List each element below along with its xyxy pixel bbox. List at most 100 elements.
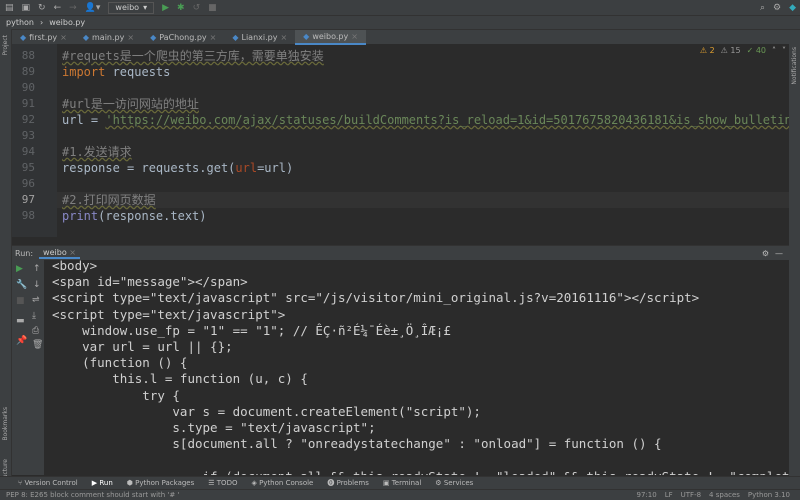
toolwindow-python-packages[interactable]: ⬢ Python Packages	[127, 479, 195, 487]
breadcrumb-project[interactable]: python	[6, 18, 34, 27]
toolwindow-run[interactable]: ▶ Run	[92, 479, 113, 487]
line-number: 92	[21, 113, 35, 126]
open-icon[interactable]: ▤	[5, 3, 14, 13]
editor-tabs: ◆ first.py × ◆ main.py × ◆ PaChong.py × ◆ Lianxi.p…	[12, 29, 800, 45]
soft-wrap-icon[interactable]: ⇌	[32, 295, 40, 305]
close-icon[interactable]: ×	[210, 33, 217, 42]
toolwindow-terminal[interactable]: ▣ Terminal	[383, 479, 421, 487]
code: url =	[62, 113, 106, 127]
rerun-icon[interactable]: ↺	[193, 3, 201, 13]
user-icon[interactable]: 👤▾	[85, 3, 101, 13]
toolwindow-todo[interactable]: ☰ TODO	[208, 479, 237, 487]
tab-label: Lianxi.py	[241, 32, 278, 42]
code: (response.text)	[98, 209, 207, 223]
stop-icon[interactable]: ■	[208, 3, 217, 13]
tab-pachong-py[interactable]: ◆ PaChong.py ×	[142, 30, 224, 45]
up-icon[interactable]: ↑	[33, 264, 41, 274]
print-icon[interactable]: ⎙	[32, 326, 39, 336]
forward-icon[interactable]: →	[69, 3, 77, 13]
scroll-to-end-icon[interactable]: ⤓	[32, 311, 36, 321]
run-panel-header: Run: weibo × ⚙ —	[12, 245, 789, 260]
tab-lianxi-py[interactable]: ◆ Lianxi.py ×	[224, 30, 295, 45]
code-editor[interactable]: #requets是一个爬虫的第三方库，需要单独安装 import requests…	[57, 44, 789, 237]
console-line: <span id="message"></span>	[52, 274, 248, 290]
inspection-widget[interactable]: ⚠ 2 ⚠ 15 ✓ 40 ˄ ˅	[700, 46, 786, 55]
pin-icon[interactable]: 📌	[16, 336, 27, 346]
toolwindow-label: Python Packages	[135, 479, 195, 487]
python-file-icon: ◆	[303, 31, 310, 41]
problems-icon: ⓿	[327, 479, 337, 487]
down-icon[interactable]: ↓	[33, 280, 41, 290]
line-separator[interactable]: LF	[665, 491, 673, 499]
weak-warning-count: ⚠ 15	[720, 46, 741, 55]
wrench-icon[interactable]: 🔧	[16, 280, 27, 290]
builtin: print	[62, 209, 99, 223]
sync-icon[interactable]: ↻	[38, 3, 46, 13]
debug-icon[interactable]: ✱	[177, 3, 185, 13]
run-icon[interactable]: ▶	[162, 3, 169, 13]
tab-main-py[interactable]: ◆ main.py ×	[75, 30, 142, 45]
bookmarks-tool-button[interactable]: Bookmarks	[2, 407, 9, 441]
keyword: import	[62, 65, 106, 79]
console-line: <script type="text/javascript">	[52, 306, 286, 322]
line-number: 93	[21, 129, 35, 142]
tool-window-bar: ⑂ Version Control ▶ Run ⬢ Python Packages ☰…	[0, 476, 800, 489]
code: response = requests.get(	[62, 161, 236, 175]
chevron-down-icon: ▾	[143, 3, 148, 12]
search-icon[interactable]: ⌕	[760, 3, 765, 13]
console-line: <script type="text/javascript" src="/js/…	[52, 290, 700, 306]
console-line: s.type = "text/javascript";	[52, 420, 376, 435]
comment: #2.打印网页数据	[62, 193, 156, 207]
caret-position[interactable]: 97:10	[637, 491, 657, 499]
rerun-icon[interactable]: ▶	[16, 264, 23, 274]
toolwindow-label: Run	[99, 479, 113, 487]
tab-weibo-py[interactable]: ◆ weibo.py ×	[295, 29, 366, 45]
settings-icon[interactable]: ⚙	[762, 249, 769, 258]
todo-icon: ☰	[208, 479, 217, 487]
plugin-icon[interactable]: ◆	[789, 3, 796, 13]
run-toolbar: ▶ ↑ 🔧 ↓ ■ ⇌ ⤓ ▬ ⎙ 📌 🗑	[12, 260, 44, 475]
warning-count-value: 2	[709, 46, 715, 55]
breadcrumb-file[interactable]: weibo.py	[49, 18, 85, 27]
status-message: PEP 8: E265 block comment should start w…	[6, 491, 180, 499]
toolwindow-label: Version Control	[24, 479, 78, 487]
indent[interactable]: 4 spaces	[709, 491, 740, 499]
code-line: import requests	[62, 64, 170, 80]
close-icon[interactable]: ×	[351, 32, 358, 41]
toolwindow-python-console[interactable]: ◈ Python Console	[251, 479, 313, 487]
run-config-select[interactable]: weibo ▾	[108, 1, 155, 14]
toolwindow-version-control[interactable]: ⑂ Version Control	[18, 479, 78, 487]
stop-icon[interactable]: ■	[16, 296, 25, 306]
close-icon[interactable]: ×	[69, 248, 76, 257]
close-icon[interactable]: ×	[60, 33, 67, 42]
project-tool-button[interactable]: Project	[2, 35, 9, 56]
terminal-icon: ▣	[382, 479, 392, 487]
line-number: 89	[21, 65, 35, 78]
toolwindow-services[interactable]: ⚙ Services	[435, 479, 473, 487]
minimize-icon[interactable]: —	[775, 249, 783, 258]
console-output[interactable]: <body> <span id="message"></span> <script …	[44, 260, 789, 475]
console-line: if (document.all && this.readyState != "…	[52, 469, 790, 475]
notifications-tool-button[interactable]: Notifications	[791, 47, 798, 85]
save-icon[interactable]: ▣	[22, 3, 31, 13]
next-highlight-icon[interactable]: ˅	[782, 46, 786, 55]
code: =url)	[257, 161, 294, 175]
close-icon[interactable]: ×	[280, 33, 287, 42]
trash-icon[interactable]: 🗑	[32, 340, 43, 350]
prev-highlight-icon[interactable]: ˄	[772, 46, 776, 55]
back-icon[interactable]: ←	[54, 3, 62, 13]
close-icon[interactable]: ×	[127, 33, 134, 42]
toolwindow-label: TODO	[216, 479, 238, 487]
tab-first-py[interactable]: ◆ first.py ×	[12, 30, 75, 45]
run-tab-weibo[interactable]: weibo ×	[39, 248, 80, 259]
interpreter[interactable]: Python 3.10	[748, 491, 790, 499]
weak-count-value: 15	[730, 46, 741, 55]
toolwindow-label: Problems	[336, 479, 369, 487]
status-bar: PEP 8: E265 block comment should start w…	[0, 489, 800, 500]
layout-icon[interactable]: ▬	[16, 316, 25, 326]
encoding[interactable]: UTF-8	[681, 491, 701, 499]
toolwindow-problems[interactable]: ⓿ Problems	[327, 478, 369, 488]
settings-icon[interactable]: ⚙	[773, 3, 781, 13]
toolwindow-label: Python Console	[259, 479, 314, 487]
code-line: #url是一访问网站的地址	[62, 96, 199, 112]
